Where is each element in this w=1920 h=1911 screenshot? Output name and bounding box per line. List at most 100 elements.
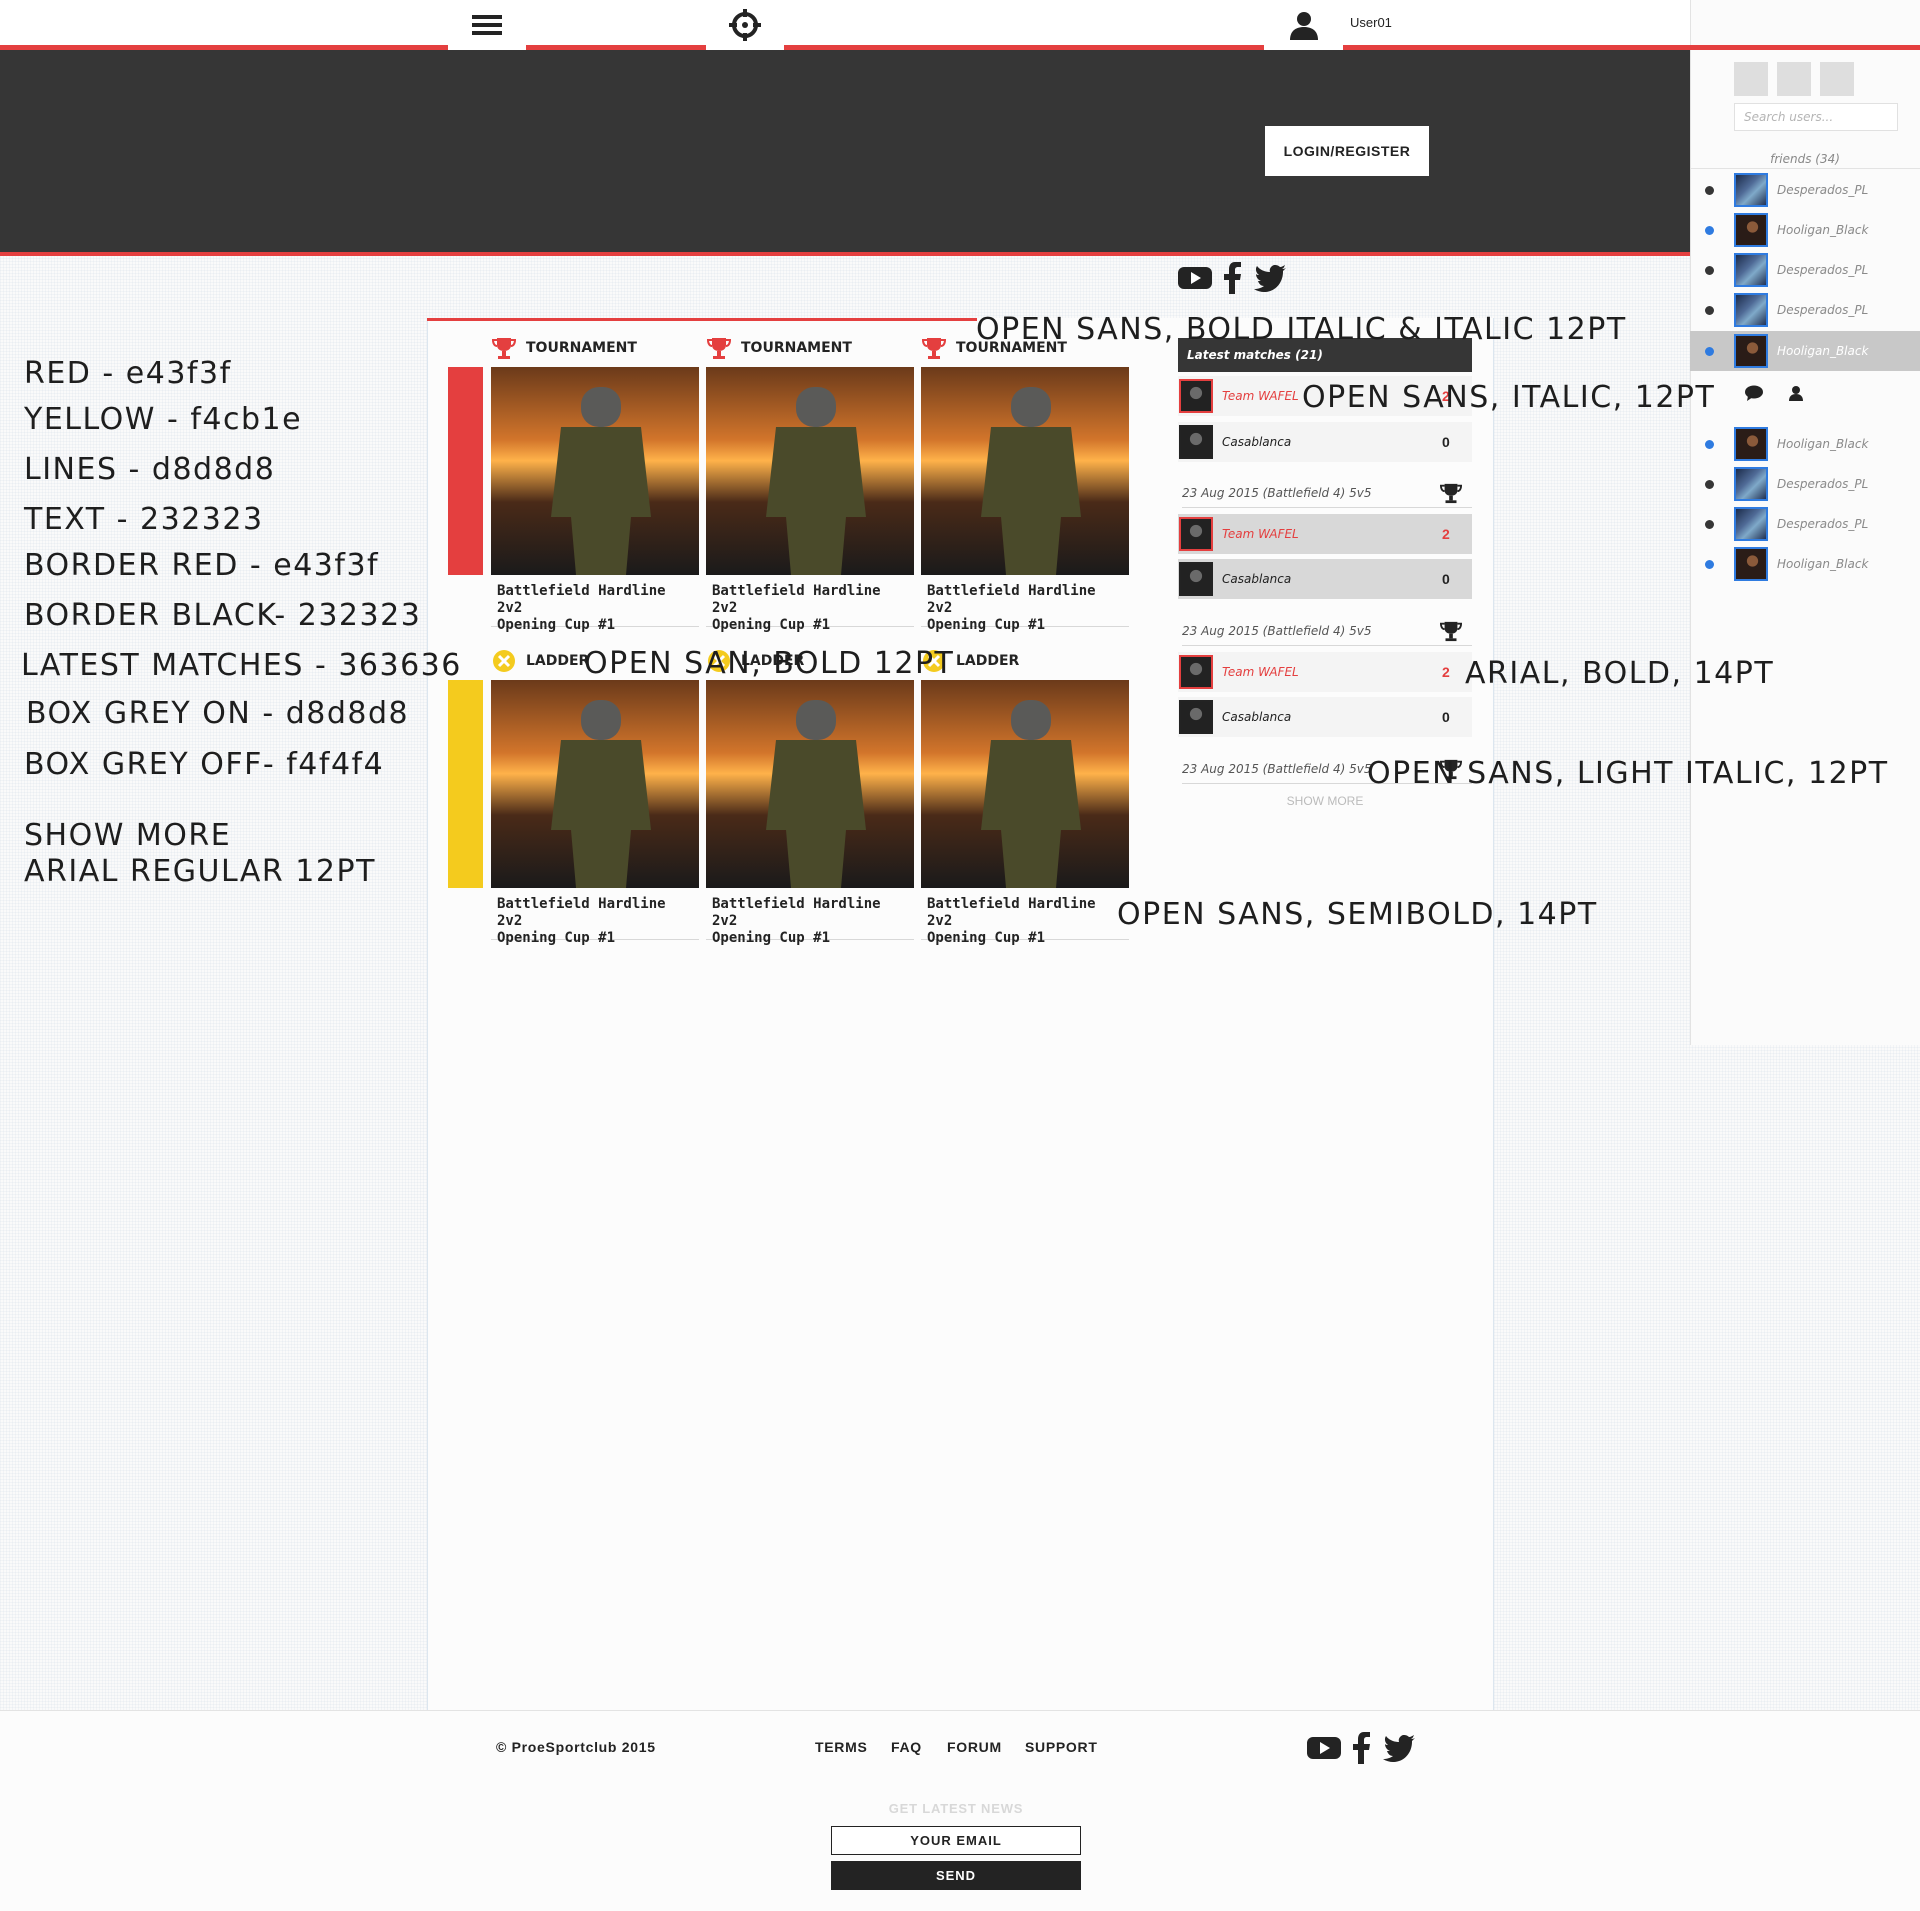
footer-link-terms[interactable]: TERMS [815, 1739, 868, 1755]
youtube-icon[interactable] [1178, 265, 1212, 291]
annotation-open-sans-bold-italic: OPEN SANS, BOLD ITALIC & ITALIC 12PT [976, 312, 1627, 347]
status-dot [1705, 305, 1714, 315]
tournament-card[interactable]: Battlefield Hardline 2v2 Opening Cup #1 [491, 367, 699, 633]
login-register-button[interactable]: LOGIN/REGISTER [1265, 126, 1429, 176]
email-field[interactable] [831, 1826, 1081, 1855]
sidebar-tab[interactable] [1820, 62, 1854, 96]
sidebar-topline [1690, 45, 1920, 50]
match-row[interactable]: Casablanca 0 [1178, 559, 1472, 599]
annotation-arial-regular: ARIAL REGULAR 12PT [24, 854, 376, 889]
annotation-open-sans-italic: OPEN SANS, ITALIC, 12PT [1302, 380, 1716, 415]
status-dot [1705, 185, 1714, 195]
footer-link-support[interactable]: SUPPORT [1025, 1739, 1098, 1755]
friend-name: Desperados_PL [1777, 263, 1869, 277]
avatar [1734, 334, 1768, 368]
annotation-show-more: SHOW MORE [24, 818, 232, 853]
message-button[interactable] [1745, 385, 1763, 401]
card-image [921, 680, 1129, 888]
twitter-icon[interactable] [1383, 1734, 1415, 1762]
menu-icon [472, 15, 502, 35]
user-name[interactable]: User01 [1350, 15, 1392, 30]
facebook-icon[interactable] [1224, 262, 1242, 294]
trophy-icon [1440, 621, 1462, 641]
card-image [921, 367, 1129, 575]
user-button[interactable] [1264, 0, 1343, 50]
tournament-card[interactable]: Battlefield Hardline 2v2 Opening Cup #1 [921, 367, 1129, 633]
status-dot [1705, 346, 1714, 356]
trophy-icon [707, 338, 731, 359]
divider [1690, 168, 1920, 169]
facebook-icon[interactable] [1353, 1732, 1371, 1764]
hero-banner [0, 50, 1690, 256]
team-avatar [1179, 517, 1213, 551]
status-dot [1705, 439, 1714, 449]
annotation-latest-matches: LATEST MATCHES - 363636 [21, 648, 462, 683]
profile-button[interactable] [1788, 385, 1804, 401]
copyright: © ProeSportclub 2015 [496, 1739, 656, 1755]
card-title: Battlefield Hardline 2v2 Opening Cup #1 [491, 575, 699, 633]
team-score: 2 [1442, 526, 1450, 542]
target-button[interactable] [706, 0, 784, 50]
friend-item[interactable]: Hooligan_Black [1690, 544, 1920, 584]
annotation-lines: LINES - d8d8d8 [24, 452, 276, 487]
trophy-icon [922, 338, 946, 359]
card-image [706, 367, 914, 575]
friend-name: Hooligan_Black [1777, 557, 1869, 571]
footer-social [1307, 1732, 1415, 1764]
team-name: Casablanca [1222, 572, 1292, 586]
friend-name: Hooligan_Black [1777, 223, 1869, 237]
match-row[interactable]: Team WAFEL 2 [1178, 514, 1472, 554]
team-score: 0 [1442, 434, 1450, 450]
team-avatar [1179, 425, 1213, 459]
annotation-box-grey-off: BOX GREY OFF- f4f4f4 [24, 747, 385, 782]
avatar [1734, 427, 1768, 461]
friend-name: Desperados_PL [1777, 303, 1869, 317]
youtube-icon[interactable] [1307, 1735, 1341, 1761]
menu-button[interactable] [448, 0, 526, 50]
category-ladder: LADDER [492, 649, 589, 673]
panel-topline [427, 318, 977, 321]
friend-item[interactable]: Hooligan_Black [1690, 424, 1920, 464]
team-score: 0 [1442, 571, 1450, 587]
send-button[interactable]: SEND [831, 1861, 1081, 1890]
card-title: Battlefield Hardline 2v2 Opening Cup #1 [491, 888, 699, 946]
ladder-card[interactable]: Battlefield Hardline 2v2 Opening Cup #1 [491, 680, 699, 946]
friend-name: Desperados_PL [1777, 477, 1869, 491]
ladder-card[interactable]: Battlefield Hardline 2v2 Opening Cup #1 [921, 680, 1129, 946]
friend-item-selected[interactable]: Hooligan_Black [1690, 331, 1920, 371]
annotation-border-black: BORDER BLACK- 232323 [24, 598, 422, 633]
team-name: Team WAFEL [1222, 527, 1299, 541]
friend-item[interactable]: Desperados_PL [1690, 250, 1920, 290]
friend-item[interactable]: Desperados_PL [1690, 170, 1920, 210]
header-social [1178, 262, 1286, 294]
show-more-link[interactable]: SHOW MORE [1178, 794, 1472, 808]
annotation-open-sans-light-italic: OPEN SANS, LIGHT ITALIC, 12PT [1367, 756, 1889, 791]
user-icon [1289, 12, 1318, 40]
footer-link-faq[interactable]: FAQ [891, 1739, 922, 1755]
sidebar-tab[interactable] [1777, 62, 1811, 96]
top-nav [0, 0, 1690, 50]
ladder-card[interactable]: Battlefield Hardline 2v2 Opening Cup #1 [706, 680, 914, 946]
search-users-input[interactable] [1734, 103, 1898, 131]
match-row[interactable]: Casablanca 0 [1178, 697, 1472, 737]
sidebar-tab[interactable] [1734, 62, 1768, 96]
match-row[interactable]: Casablanca 0 [1178, 422, 1472, 462]
card-image [491, 680, 699, 888]
friend-name: Desperados_PL [1777, 517, 1869, 531]
match-row[interactable]: Team WAFEL 2 [1178, 652, 1472, 692]
avatar [1734, 293, 1768, 327]
twitter-icon[interactable] [1254, 264, 1286, 292]
card-title: Battlefield Hardline 2v2 Opening Cup #1 [921, 575, 1129, 633]
annotation-border-red: BORDER RED - e43f3f [24, 548, 380, 583]
crosshair-icon [729, 9, 761, 41]
status-dot [1705, 559, 1714, 569]
friend-item[interactable]: Desperados_PL [1690, 464, 1920, 504]
friend-name: Desperados_PL [1777, 183, 1869, 197]
tournament-card[interactable]: Battlefield Hardline 2v2 Opening Cup #1 [706, 367, 914, 633]
friend-item[interactable]: Desperados_PL [1690, 290, 1920, 330]
annotation-open-sans-semibold: OPEN SANS, SEMIBOLD, 14PT [1117, 897, 1598, 932]
friend-item[interactable]: Hooligan_Black [1690, 210, 1920, 250]
footer-link-forum[interactable]: FORUM [947, 1739, 1002, 1755]
annotation-arial-bold: ARIAL, BOLD, 14PT [1465, 656, 1775, 691]
friend-item[interactable]: Desperados_PL [1690, 504, 1920, 544]
